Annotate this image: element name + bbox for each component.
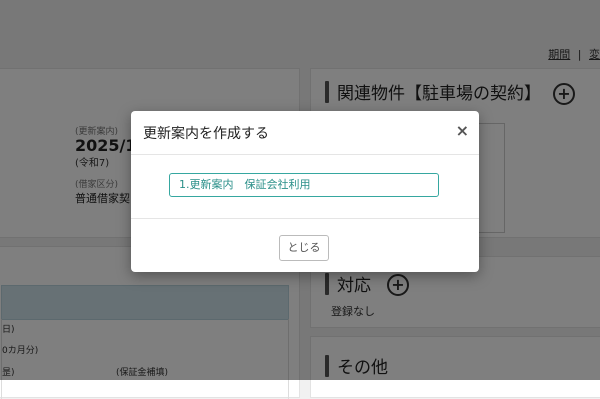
close-icon[interactable]: × (456, 121, 469, 140)
modal-header: 更新案内を作成する × (131, 111, 479, 155)
renewal-option-button[interactable]: 1.更新案内 保証会社利用 (169, 173, 439, 197)
close-button[interactable]: とじる (279, 235, 329, 261)
modal-title: 更新案内を作成する (143, 126, 269, 142)
create-renewal-modal: 更新案内を作成する × 1.更新案内 保証会社利用 とじる (131, 111, 479, 272)
page: 期間 | 変 (更新案内) 2025/1 (令和7) (借家区分) 普通借家契 … (0, 0, 600, 399)
